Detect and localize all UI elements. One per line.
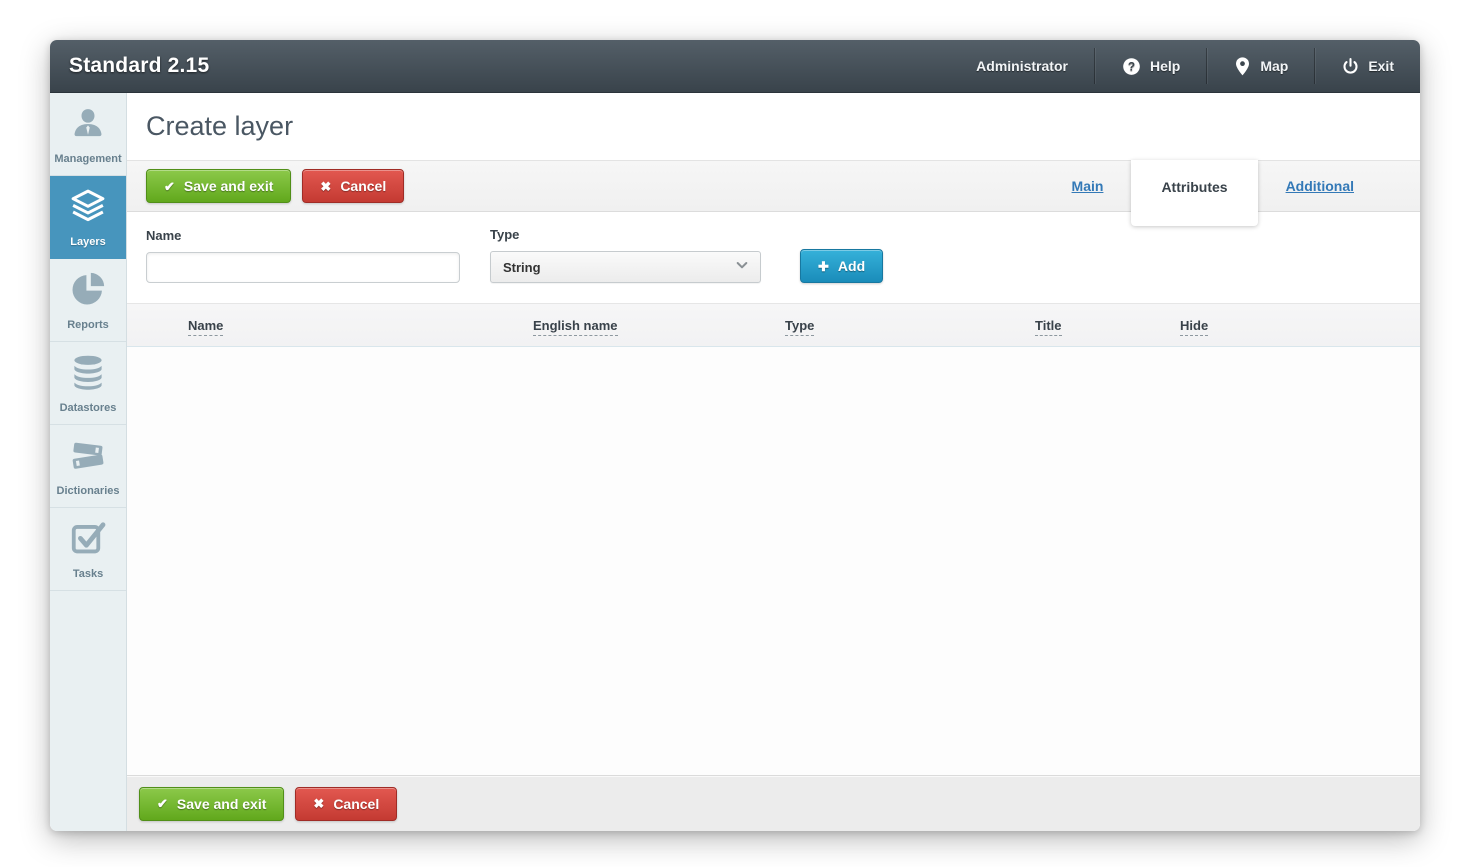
column-header-hide: Hide (1180, 318, 1420, 333)
page-title-bar: Create layer (127, 93, 1420, 160)
person-icon (69, 129, 107, 146)
x-icon: ✖ (313, 797, 324, 810)
tab-main[interactable]: Main (1044, 178, 1132, 194)
svg-text:?: ? (1128, 59, 1135, 73)
sidebar-item-layers[interactable]: Layers (50, 176, 126, 259)
type-select[interactable]: String (490, 251, 761, 283)
sidebar: Management Layers Reports Datastores (50, 93, 127, 831)
app-title: Standard 2.15 (50, 54, 209, 78)
tab-additional[interactable]: Additional (1258, 178, 1382, 194)
help-icon: ? (1121, 56, 1142, 77)
exit-button[interactable]: Exit (1315, 40, 1420, 92)
page-title: Create layer (146, 111, 293, 142)
sidebar-item-label: Dictionaries (52, 485, 124, 497)
help-label: Help (1150, 58, 1180, 74)
user-name: Administrator (950, 40, 1094, 92)
help-button[interactable]: ? Help (1095, 40, 1206, 92)
name-field-label: Name (146, 228, 460, 243)
sidebar-item-reports[interactable]: Reports (50, 259, 126, 342)
toolbar: ✔ Save and exit ✖ Cancel Main Attributes… (127, 160, 1420, 212)
add-button[interactable]: ✚ Add (800, 249, 883, 283)
type-select-value: String (503, 260, 734, 275)
sidebar-item-tasks[interactable]: Tasks (50, 508, 126, 591)
add-button-label: Add (838, 258, 865, 274)
cancel-button[interactable]: ✖ Cancel (302, 169, 404, 203)
footer-save-label: Save and exit (177, 796, 267, 812)
sidebar-item-dictionaries[interactable]: Dictionaries (50, 425, 126, 508)
map-label: Map (1260, 58, 1288, 74)
save-and-exit-button[interactable]: ✔ Save and exit (146, 169, 291, 203)
sidebar-item-datastores[interactable]: Datastores (50, 342, 126, 425)
layers-icon (69, 212, 107, 229)
type-field-label: Type (490, 227, 761, 242)
attributes-table-body (127, 347, 1420, 775)
footer-toolbar: ✔ Save and exit ✖ Cancel (127, 775, 1420, 831)
tab-strip: Main Attributes Additional (1044, 161, 1382, 211)
footer-cancel-button[interactable]: ✖ Cancel (295, 787, 397, 821)
exit-label: Exit (1368, 58, 1394, 74)
sidebar-item-management[interactable]: Management (50, 93, 126, 176)
add-button-wrap: ✚ Add (800, 249, 883, 283)
user-name-label: Administrator (976, 58, 1068, 74)
column-header-english-name: English name (533, 318, 785, 333)
map-button[interactable]: Map (1207, 40, 1314, 92)
checkbox-check-icon (69, 544, 107, 561)
check-icon: ✔ (164, 180, 175, 193)
save-button-label: Save and exit (184, 178, 274, 194)
top-header: Standard 2.15 Administrator ? Help Map (50, 40, 1420, 93)
header-menu: Administrator ? Help Map Ex (950, 40, 1420, 92)
column-header-title: Title (1035, 318, 1180, 333)
name-input[interactable] (146, 252, 460, 283)
footer-save-and-exit-button[interactable]: ✔ Save and exit (139, 787, 284, 821)
pie-chart-icon (69, 295, 107, 312)
footer-cancel-label: Cancel (333, 796, 379, 812)
type-field-group: Type String (490, 227, 761, 283)
app-window: Standard 2.15 Administrator ? Help Map (50, 40, 1420, 831)
column-header-type: Type (785, 318, 1035, 333)
column-header-name: Name (188, 318, 533, 333)
attributes-table-header: Name English name Type Title Hide (127, 303, 1420, 347)
sidebar-item-label: Tasks (52, 568, 124, 580)
tab-attributes[interactable]: Attributes (1131, 160, 1257, 226)
x-icon: ✖ (320, 180, 331, 193)
name-field-group: Name (146, 228, 460, 283)
chevron-down-icon (734, 257, 750, 278)
sidebar-item-label: Management (52, 153, 124, 165)
plus-icon: ✚ (818, 260, 829, 273)
database-icon (69, 378, 107, 395)
sidebar-item-label: Reports (52, 319, 124, 331)
check-icon: ✔ (157, 797, 168, 810)
books-icon (69, 461, 107, 478)
power-icon (1341, 57, 1360, 76)
sidebar-item-label: Layers (52, 236, 124, 248)
map-pin-icon (1233, 56, 1252, 77)
cancel-button-label: Cancel (340, 178, 386, 194)
sidebar-item-label: Datastores (52, 402, 124, 414)
